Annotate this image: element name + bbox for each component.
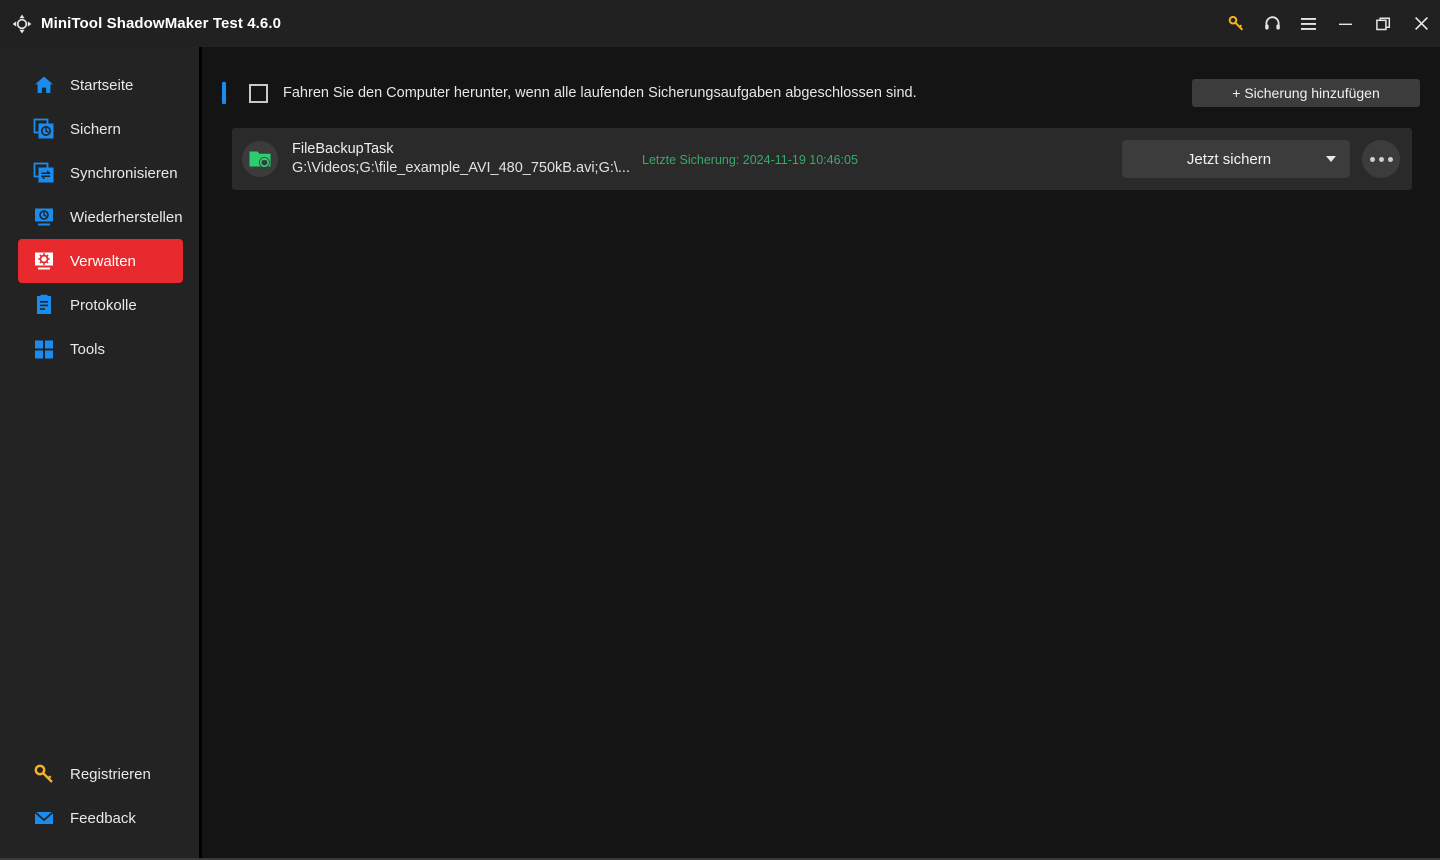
title-bar-controls: [1218, 0, 1440, 47]
sidebar-item-wiederherstellen[interactable]: Wiederherstellen: [18, 195, 183, 239]
task-last-backup: Letzte Sicherung: 2024-11-19 10:46:05: [642, 152, 858, 167]
tools-grid-icon: [32, 337, 56, 361]
shutdown-checkbox[interactable]: [249, 83, 268, 103]
sidebar-item-sichern[interactable]: Sichern: [18, 107, 183, 151]
chevron-down-icon[interactable]: [1326, 156, 1336, 162]
sidebar-item-verwalten[interactable]: Verwalten: [18, 239, 183, 283]
envelope-icon: [32, 806, 56, 830]
sidebar: Startseite Sichern Synchronisieren Wiede…: [0, 47, 202, 858]
task-actions: Jetzt sichern: [1122, 140, 1412, 178]
sidebar-item-label: Registrieren: [70, 765, 151, 783]
backup-now-label: Jetzt sichern: [1186, 150, 1272, 168]
key-icon: [32, 762, 56, 786]
sidebar-item-protokolle[interactable]: Protokolle: [18, 283, 183, 327]
green-folder-sync-icon: [242, 141, 278, 177]
sidebar-item-registrieren[interactable]: Registrieren: [18, 752, 186, 796]
sync-icon: [32, 161, 56, 185]
sidebar-item-feedback[interactable]: Feedback: [18, 796, 186, 840]
sidebar-item-label: Tools: [70, 340, 106, 358]
sidebar-nav: Startseite Sichern Synchronisieren Wiede…: [0, 47, 199, 371]
sidebar-item-startseite[interactable]: Startseite: [18, 63, 183, 107]
sync-arrows-icon: [12, 14, 32, 34]
sidebar-item-label: Startseite: [70, 76, 134, 94]
backup-now-button[interactable]: Jetzt sichern: [1122, 140, 1350, 178]
close-icon[interactable]: [1402, 0, 1440, 47]
shutdown-label: Fahren Sie den Computer herunter, wenn a…: [283, 85, 917, 101]
sidebar-item-label: Sichern: [70, 120, 121, 138]
sidebar-item-label: Verwalten: [70, 252, 136, 270]
sidebar-item-label: Protokolle: [70, 296, 137, 314]
task-text-block: FileBackupTask G:\Videos;G:\file_example…: [292, 140, 630, 178]
app-window: MiniTool ShadowMaker Test 4.6.0 Startsei…: [0, 0, 1440, 860]
app-title: MiniTool ShadowMaker Test 4.6.0: [41, 15, 282, 32]
task-path: G:\Videos;G:\file_example_AVI_480_750kB.…: [292, 160, 630, 176]
backup-task-row[interactable]: FileBackupTask G:\Videos;G:\file_example…: [232, 128, 1412, 190]
task-name: FileBackupTask: [292, 141, 394, 157]
sidebar-item-label: Wiederherstellen: [70, 208, 183, 226]
sidebar-bottom-nav: Registrieren Feedback: [0, 752, 202, 840]
hamburger-menu-icon[interactable]: [1290, 0, 1326, 47]
title-bar-left: MiniTool ShadowMaker Test 4.6.0: [0, 14, 281, 34]
sidebar-item-tools[interactable]: Tools: [18, 327, 183, 371]
sidebar-item-label: Feedback: [70, 809, 136, 827]
headset-icon[interactable]: [1254, 0, 1290, 47]
logs-icon: [32, 293, 56, 317]
accent-bar: [222, 82, 226, 104]
add-backup-button[interactable]: + Sicherung hinzufügen: [1192, 79, 1420, 107]
title-bar: MiniTool ShadowMaker Test 4.6.0: [0, 0, 1440, 47]
home-icon: [32, 73, 56, 97]
manage-monitor-icon: [32, 249, 56, 273]
sidebar-item-label: Synchronisieren: [70, 164, 178, 182]
minimize-icon[interactable]: [1326, 0, 1364, 47]
main-toolbar: Fahren Sie den Computer herunter, wenn a…: [222, 73, 1420, 113]
key-icon[interactable]: [1218, 0, 1254, 47]
sidebar-item-synchronisieren[interactable]: Synchronisieren: [18, 151, 183, 195]
restore-icon[interactable]: [1364, 0, 1402, 47]
more-options-icon[interactable]: [1362, 140, 1400, 178]
backup-icon: [32, 117, 56, 141]
main-content: Fahren Sie den Computer herunter, wenn a…: [205, 47, 1440, 858]
restore-disk-icon: [32, 205, 56, 229]
